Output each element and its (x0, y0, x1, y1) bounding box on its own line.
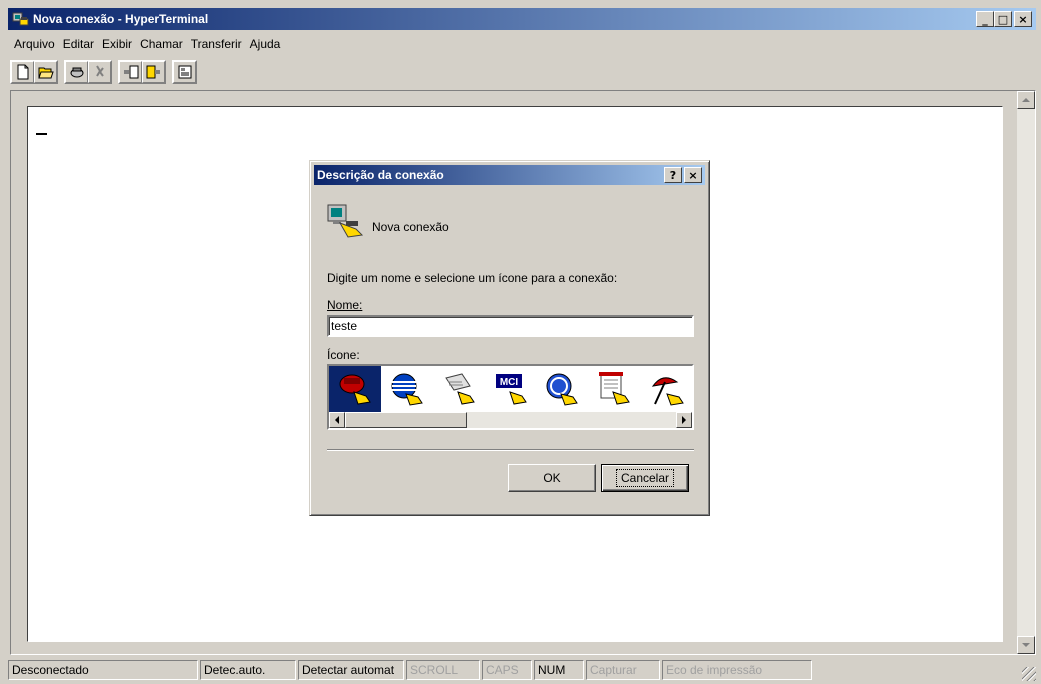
icon-option-mci[interactable]: MCI (485, 366, 537, 412)
receive-icon (146, 65, 160, 79)
status-bar: Desconectado Detec.auto. Detectar automa… (8, 659, 1036, 681)
disconnect-icon (95, 65, 104, 77)
ok-button[interactable]: OK (508, 464, 596, 492)
close-icon: × (688, 168, 698, 182)
status-capture: Capturar (586, 660, 660, 680)
disconnect-button[interactable] (88, 61, 111, 83)
icon-option-umbrella[interactable] (640, 366, 692, 412)
status-num: NUM (534, 660, 584, 680)
menu-arquivo[interactable]: Arquivo (10, 37, 59, 51)
arrow-down-icon (1022, 643, 1030, 647)
call-icon (70, 67, 83, 78)
minimize-icon: _ (982, 12, 988, 26)
maximize-icon: □ (997, 12, 1009, 26)
call-button[interactable] (65, 61, 88, 83)
icon-option-fax[interactable] (433, 366, 485, 412)
close-button[interactable]: × (1014, 11, 1032, 27)
status-detect: Detec.auto. (200, 660, 296, 680)
receive-button[interactable] (142, 61, 165, 83)
name-input[interactable] (327, 315, 694, 337)
window-title: Nova conexão - HyperTerminal (33, 12, 209, 26)
properties-button[interactable] (173, 61, 196, 83)
dialog-prompt: Digite um nome e selecione um ícone para… (327, 271, 618, 285)
separator (327, 449, 694, 451)
scroll-up-button[interactable] (1017, 91, 1035, 109)
maximize-button[interactable]: □ (994, 11, 1012, 27)
dialog-title-bar[interactable]: Descrição da conexão ? × (314, 165, 705, 185)
name-label: Nome: (327, 298, 363, 312)
ge-icon (546, 373, 579, 406)
icon-list-scrollbar[interactable] (329, 412, 692, 428)
status-connection: Desconectado (8, 660, 198, 680)
globe-icon (391, 373, 423, 406)
icon-label: Ícone: (327, 348, 360, 362)
vertical-scrollbar[interactable] (1017, 91, 1035, 654)
icon-option-phone[interactable] (329, 366, 381, 412)
fax-icon (444, 373, 475, 405)
ok-label: OK (543, 471, 561, 485)
new-icon (17, 64, 28, 80)
close-icon: × (1018, 12, 1028, 26)
umbrella-icon (651, 377, 684, 406)
minimize-button[interactable]: _ (976, 11, 994, 27)
menu-ajuda[interactable]: Ajuda (246, 37, 285, 51)
arrow-right-icon (682, 416, 686, 424)
dialog-close-button[interactable]: × (684, 167, 702, 183)
connection-name: Nova conexão (372, 220, 449, 234)
menu-chamar[interactable]: Chamar (136, 37, 187, 51)
dialog-title: Descrição da conexão (317, 168, 444, 182)
icon-list[interactable]: MCI (327, 364, 694, 430)
resize-grip[interactable] (1022, 667, 1036, 681)
scroll-thumb[interactable] (345, 412, 467, 428)
send-icon (123, 65, 138, 79)
menu-bar: Arquivo Editar Exibir Chamar Transferir … (10, 34, 284, 54)
menu-exibir[interactable]: Exibir (98, 37, 136, 51)
scroll-left-button[interactable] (329, 412, 345, 428)
connection-icon (326, 203, 366, 239)
icon-option-globe[interactable] (381, 366, 433, 412)
new-button[interactable] (11, 61, 34, 83)
cancel-label: Cancelar (615, 469, 675, 487)
help-icon: ? (669, 168, 677, 182)
svg-text:MCI: MCI (499, 377, 518, 388)
icon-option-ge[interactable] (536, 366, 588, 412)
arrow-up-icon (1022, 98, 1030, 102)
title-bar[interactable]: Nova conexão - HyperTerminal _ □ × (8, 8, 1036, 30)
arrow-left-icon (335, 416, 339, 424)
notepad-icon (599, 372, 631, 405)
status-echo: Eco de impressão (662, 660, 812, 680)
open-icon (37, 67, 54, 79)
hyperterminal-icon (12, 11, 30, 27)
scroll-right-button[interactable] (676, 412, 692, 428)
scroll-down-button[interactable] (1017, 636, 1035, 654)
help-button[interactable]: ? (664, 167, 682, 183)
status-caps: CAPS (482, 660, 532, 680)
toolbar (10, 58, 203, 86)
status-detect-auto: Detectar automat (298, 660, 404, 680)
menu-editar[interactable]: Editar (59, 37, 98, 51)
properties-icon (178, 65, 191, 79)
icon-option-notepad[interactable] (588, 366, 640, 412)
connection-description-dialog: Descrição da conexão ? × Nova conexão Di… (309, 160, 710, 516)
text-cursor (36, 133, 47, 135)
open-button[interactable] (34, 61, 57, 83)
phone-icon (339, 374, 371, 405)
mci-icon: MCI (495, 374, 527, 405)
menu-transferir[interactable]: Transferir (187, 37, 246, 51)
status-scroll: SCROLL (406, 660, 480, 680)
cancel-button[interactable]: Cancelar (601, 464, 689, 492)
send-button[interactable] (119, 61, 142, 83)
